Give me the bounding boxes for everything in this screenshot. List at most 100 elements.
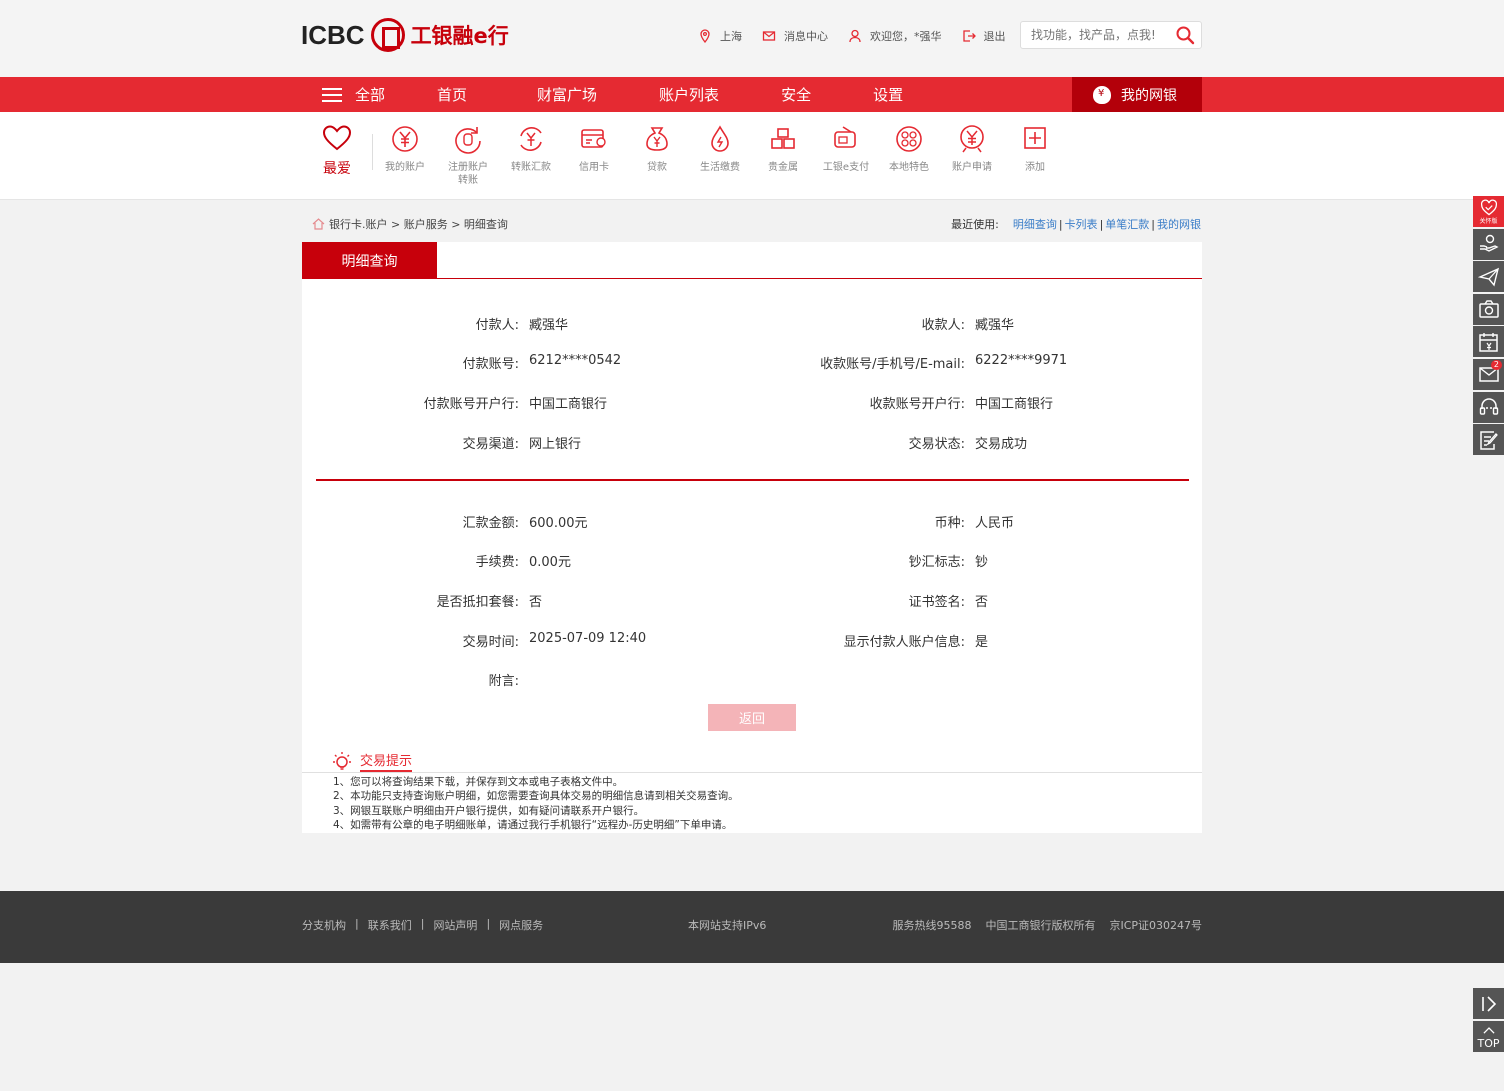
favorites[interactable]: 最爱 [322,124,352,178]
camera-button[interactable] [1473,293,1504,325]
collapse-arrow-icon [1481,995,1496,1012]
quick-item-transfer[interactable]: 转账汇款 [501,124,561,174]
footer-link-outlets[interactable]: 网点服务 [499,917,543,933]
lightbulb-icon [333,752,351,770]
divider [372,134,373,170]
footer-copyright: 服务热线95588 中国工商银行版权所有 京ICP证030247号 [892,919,1202,932]
feedback-button[interactable] [1473,424,1504,456]
hand-coin-icon [1479,234,1499,252]
finance-service-button[interactable] [1473,228,1504,260]
footer-links: 分支机构 | 联系我们 | 网站声明 | 网点服务 [302,917,544,933]
tips-list: 1、您可以将查询结果下载，并保存到文本或电子表格文件中。 2、本功能只支持查询账… [333,775,739,833]
payee-value: 臧强华 [975,318,1015,333]
recent-link-mybank[interactable]: 我的网银 [1157,218,1201,231]
footer-link-branches[interactable]: 分支机构 [302,917,346,933]
collapse-sidebar-button[interactable] [1473,988,1504,1019]
cash-flag-label: 钞汇标志: [908,555,965,570]
nav-item-wealth[interactable]: 财富广场 [537,84,597,105]
quick-item-local[interactable]: 本地特色 [879,124,939,174]
message-center-link[interactable]: 消息中心 [762,28,828,44]
back-button[interactable]: 返回 [708,704,796,731]
edit-note-icon [1479,430,1498,450]
quick-item-label: 信用卡 [579,162,609,173]
location-text: 上海 [720,30,742,43]
headset-icon [1479,398,1498,415]
channel-label: 交易渠道: [462,437,519,452]
elder-mode-button[interactable]: 关怀版 [1473,196,1504,227]
payer-bank-label: 付款账号开户行: [423,397,519,412]
paper-plane-icon [1477,267,1499,287]
quick-item-add[interactable]: 添加 [1005,124,1065,174]
payer-bank-value: 中国工商银行 [529,397,608,412]
welcome-text: 欢迎您，*强华 [870,30,942,43]
icbc-logo[interactable]: ICBC 工银融e行 [301,17,509,53]
time-value: 2025-07-09 12:40 [529,631,647,646]
user-icon [849,29,861,43]
back-to-top-button[interactable]: TOP [1473,1020,1504,1052]
payer-value: 臧强华 [529,318,569,333]
quick-item-label: 本地特色 [889,162,929,173]
remit-icon [520,127,542,151]
nav-item-security[interactable]: 安全 [781,84,811,105]
package-label: 是否抵扣套餐: [436,595,519,610]
location-link[interactable]: 上海 [698,28,742,44]
quick-item-label: 注册账户转账 [448,162,488,186]
fee-value: 0.00元 [529,555,571,570]
quick-item-label: 添加 [1025,162,1045,173]
my-netbank-button[interactable]: 我的网银 [1072,77,1202,112]
quick-item-label: 我的账户 [385,162,425,173]
location-pin-icon [700,29,710,43]
cert-value: 否 [975,595,989,610]
package-value: 否 [529,595,543,610]
logout-link[interactable]: 退出 [962,28,1006,44]
tab-detail-query[interactable]: 明细查询 [302,242,437,279]
customer-service-button[interactable] [1473,391,1504,423]
my-netbank-label: 我的网银 [1121,87,1177,104]
local-icon [896,126,922,152]
tip-item: 1、您可以将查询结果下载，并保存到文本或电子表格文件中。 [333,776,624,788]
money-bag-icon [1093,85,1111,104]
icbc-mark-icon [370,18,405,52]
quick-item-account-apply[interactable]: 账户申请 [942,124,1002,174]
recent-link-detail[interactable]: 明细查询 [1013,218,1057,231]
send-button[interactable] [1473,261,1504,293]
cash-flag-value: 钞 [975,555,989,570]
amount-value: 600.00元 [529,516,588,531]
status-label: 交易状态: [908,437,965,452]
nav-item-accounts[interactable]: 账户列表 [659,84,719,105]
welcome-link[interactable]: 欢迎您，*强华 [848,28,942,44]
show-payer-label: 显示付款人账户信息: [843,635,965,650]
quick-item-my-account[interactable]: 我的账户 [375,124,435,174]
quick-item-utility[interactable]: 生活缴费 [690,124,750,174]
quick-item-loan[interactable]: 贷款 [627,124,687,174]
recent-link-remit[interactable]: 单笔汇款 [1105,218,1149,231]
top-links: 上海 消息中心 欢迎您，*强华 退出 [698,28,1026,44]
quick-item-registered-transfer[interactable]: 注册账户转账 [438,124,498,187]
footer-link-contact[interactable]: 联系我们 [368,917,412,933]
search-icon[interactable] [1175,25,1195,45]
breadcrumb: 银行卡.账户 > 账户服务 > 明细查询 [312,216,508,232]
payer-label: 付款人: [475,318,519,333]
nav-item-home[interactable]: 首页 [437,84,467,105]
quick-item-precious-metal[interactable]: 贵金属 [753,124,813,174]
messages-button[interactable]: 2 [1473,358,1504,390]
nav-all-menu[interactable]: 全部 [322,84,385,105]
quick-item-label: 贷款 [647,162,667,173]
logo-text: ICBC [301,19,365,50]
breadcrumb-path[interactable]: 银行卡.账户 > 账户服务 > 明细查询 [329,216,508,232]
quick-item-credit-card[interactable]: 信用卡 [564,124,624,174]
care-heart-icon [1480,199,1497,216]
footer-link-statement[interactable]: 网站声明 [433,917,477,933]
search-input[interactable] [1021,22,1161,48]
recent-link-cards[interactable]: 卡列表 [1065,218,1098,231]
side-bottom-tools: TOP [1473,988,1504,1053]
calendar-button[interactable] [1473,326,1504,358]
quick-item-epay[interactable]: 工银e支付 [816,124,876,174]
tab-bar: 明细查询 [302,242,1202,279]
tip-item: 3、网银互联账户明细由开户银行提供，如有疑问请联系开户银行。 [333,804,645,817]
tips-header: 交易提示 [332,750,413,772]
nav-item-settings[interactable]: 设置 [873,84,903,105]
quick-menu: 最爱 我的账户 注册账户转账 转账汇款 信用卡 贷款 生活缴费 贵金属 工银e支… [0,112,1504,200]
footer: 分支机构 | 联系我们 | 网站声明 | 网点服务 本网站支持IPv6 服务热线955… [0,891,1504,963]
message-count-badge: 2 [1490,359,1502,370]
